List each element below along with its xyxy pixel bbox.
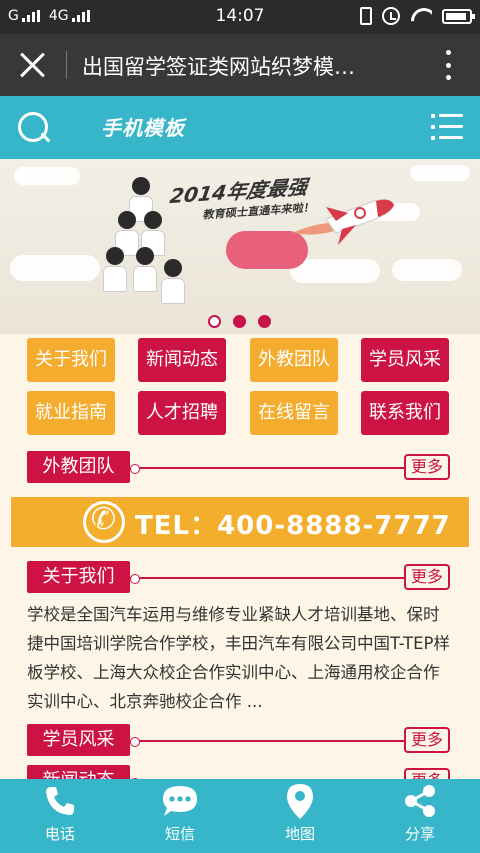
nav-news-button[interactable]: 新闻动态: [138, 338, 226, 382]
browser-title-bar: 出国留学签证类网站织梦模…: [0, 34, 480, 96]
search-icon[interactable]: [16, 110, 52, 146]
cloud-shape: [10, 255, 100, 281]
alarm-icon: [382, 7, 400, 25]
phone-icon: [83, 501, 125, 543]
menu-icon[interactable]: [431, 114, 463, 140]
section-divider: [130, 574, 405, 584]
section-title: 关于我们: [27, 561, 130, 593]
close-icon[interactable]: [18, 51, 46, 79]
bottom-nav-label: 电话: [44, 825, 75, 843]
bottom-nav-label: 地图: [284, 825, 315, 843]
nav-message-button[interactable]: 在线留言: [250, 391, 338, 435]
nav-recruitment-button[interactable]: 人才招聘: [138, 391, 226, 435]
map-pin-icon: [240, 779, 360, 823]
section-header-students: 学员风采 更多: [27, 724, 450, 756]
section-title: 学员风采: [27, 724, 130, 756]
bottom-nav-sms[interactable]: 短信: [120, 779, 240, 853]
bottom-nav-share[interactable]: 分享: [360, 779, 480, 853]
chat-icon: [120, 779, 240, 823]
bottom-nav-label: 短信: [164, 825, 195, 843]
nav-about-button[interactable]: 关于我们: [27, 338, 115, 382]
section-divider: [130, 464, 405, 474]
cloud-shape: [14, 167, 80, 185]
divider: [66, 51, 67, 79]
phone-icon: [0, 779, 120, 823]
section-title: 外教团队: [27, 451, 130, 483]
section-header-teachers: 外教团队 更多: [27, 451, 450, 483]
battery-icon: [442, 8, 475, 24]
site-logo[interactable]: 手机模板: [101, 112, 185, 141]
about-description: 学校是全国汽车运用与维修专业紧缺人才培训基地、保时捷中国培训学院合作学校，丰田汽…: [27, 605, 450, 711]
phone-number: TEL：400-8888-7777: [135, 511, 451, 541]
bottom-nav: 电话 短信 地图 分享: [0, 779, 480, 853]
bottom-nav-phone[interactable]: 电话: [0, 779, 120, 853]
more-link[interactable]: 更多: [404, 727, 450, 753]
wifi-icon: [410, 8, 432, 24]
nav-contact-button[interactable]: 联系我们: [361, 391, 449, 435]
banner-slider[interactable]: 2014年度最强 教育硕士直通车来啦！: [0, 159, 480, 334]
slider-dots: [208, 315, 271, 328]
section-header-about: 关于我们 更多: [27, 561, 450, 593]
nav-teachers-button[interactable]: 外教团队: [250, 338, 338, 382]
more-link[interactable]: 更多: [404, 454, 450, 480]
status-bar: G 4G 14:07: [0, 0, 480, 34]
section-divider: [130, 737, 405, 747]
more-options-icon[interactable]: [444, 50, 452, 80]
cloud-shape: [392, 259, 462, 281]
slider-dot[interactable]: [208, 315, 221, 328]
nav-jobs-guide-button[interactable]: 就业指南: [27, 391, 115, 435]
page-title: 出国留学签证类网站织梦模…: [82, 55, 355, 79]
bottom-nav-label: 分享: [404, 825, 435, 843]
vibrate-icon: [360, 7, 372, 25]
site-header: 手机模板: [0, 96, 480, 159]
share-icon: [360, 779, 480, 823]
slider-dot-active[interactable]: [233, 315, 246, 328]
more-link[interactable]: 更多: [404, 564, 450, 590]
nav-students-button[interactable]: 学员风采: [361, 338, 449, 382]
phone-banner[interactable]: TEL：400-8888-7777: [11, 497, 469, 547]
slider-dot[interactable]: [258, 315, 271, 328]
rocket-illustration: [292, 199, 395, 245]
bottom-nav-map[interactable]: 地图: [240, 779, 360, 853]
cloud-shape: [410, 165, 470, 181]
cloud-shape: [290, 259, 380, 283]
system-icons: [360, 7, 475, 25]
